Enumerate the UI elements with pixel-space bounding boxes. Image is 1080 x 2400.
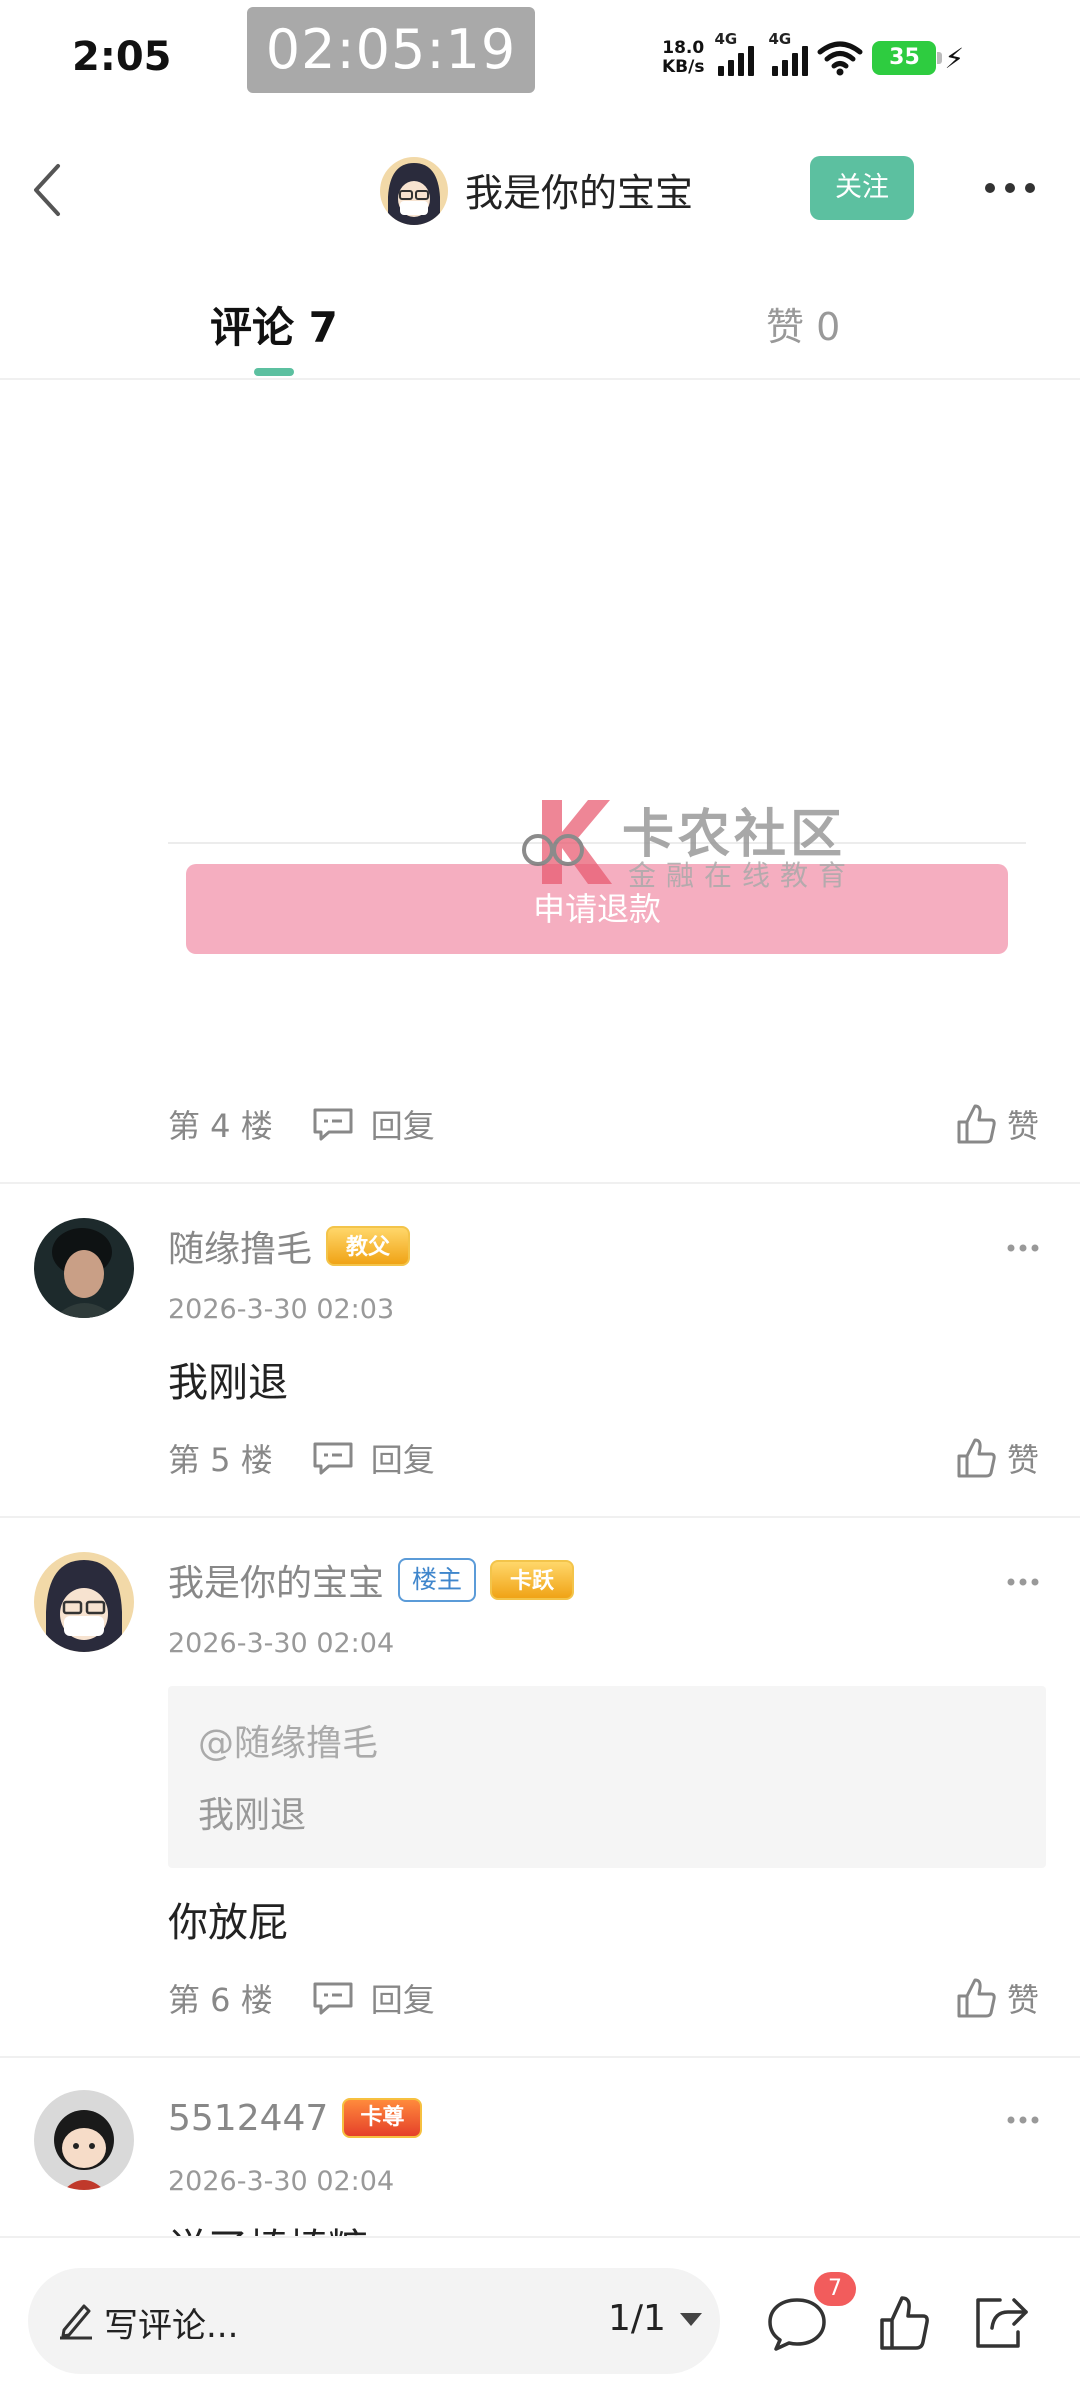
watermark: 卡农社区 金融在线教育 — [518, 792, 858, 892]
status-icons: 18.0 KB/s 4G 4G 35 ⚡ — [662, 30, 964, 86]
comment-author-row: 我是你的宝宝 楼主 卡跃 — [168, 1552, 575, 1608]
like-label: 赞 — [1007, 1981, 1040, 2019]
charging-icon: ⚡ — [944, 41, 965, 75]
floor-number: 第 5 楼 — [168, 1441, 273, 1479]
thumbs-up-icon[interactable] — [878, 2294, 930, 2352]
tab-bar: 评论 7 赞 0 — [0, 270, 1080, 380]
like-label: 赞 — [1007, 1107, 1040, 1145]
quoted-text: 我刚退 — [198, 1795, 307, 1836]
network-speed-unit: KB/s — [662, 57, 705, 77]
active-tab-indicator — [254, 368, 294, 376]
pencil-icon — [60, 2304, 92, 2340]
author-avatar[interactable] — [380, 157, 448, 225]
divider — [0, 1182, 1080, 1184]
more-icon[interactable] — [982, 178, 1038, 198]
battery-icon: 35 — [872, 41, 943, 75]
reply-icon — [313, 1442, 353, 1475]
comment-footer: 第 4 楼 回复 — [168, 1094, 435, 1154]
comment-more-icon[interactable] — [1006, 1576, 1040, 1588]
comment-more-icon[interactable] — [1006, 1242, 1040, 1254]
signal-label: 4G — [768, 30, 792, 48]
comment-icon[interactable] — [766, 2296, 828, 2352]
wifi-icon — [817, 41, 863, 76]
status-bar: 2:05 02:05:19 18.0 KB/s 4G 4G 35 ⚡ — [0, 0, 1080, 115]
tab-comments[interactable]: 评论 7 — [210, 294, 338, 355]
network-speed-value: 18.0 — [662, 38, 705, 58]
reply-button[interactable]: 回复 — [311, 1101, 435, 1147]
comment-time: 2026-3-30 02:04 — [168, 1628, 395, 1659]
share-icon[interactable] — [970, 2292, 1030, 2352]
thumbs-up-icon — [957, 1104, 996, 1144]
like-button[interactable]: 赞 — [955, 1968, 1039, 2028]
post-header: 我是你的宝宝 关注 — [0, 140, 1080, 240]
avatar[interactable] — [34, 2090, 134, 2190]
like-button[interactable]: 赞 — [955, 1428, 1039, 1488]
screen-recording-timer: 02:05:19 — [247, 7, 535, 93]
watermark-subtitle: 金融在线教育 — [628, 859, 857, 892]
reply-button[interactable]: 回复 — [311, 1435, 435, 1481]
reply-icon — [313, 1108, 353, 1141]
comment-footer: 第 5 楼 回复 — [168, 1428, 435, 1488]
follow-button[interactable]: 关注 — [810, 156, 914, 220]
floor-number: 第 6 楼 — [168, 1981, 273, 2019]
comment-input[interactable]: 写评论... 1/1 — [28, 2268, 720, 2374]
reply-label: 回复 — [370, 1441, 435, 1479]
host-badge: 楼主 — [398, 1558, 477, 1602]
comment-author[interactable]: 我是你的宝宝 — [168, 1554, 384, 1606]
signal-icon: 4G — [768, 30, 809, 76]
comment-author-row: 随缘撸毛 教父 — [168, 1218, 411, 1274]
rank-badge: 教父 — [326, 1226, 411, 1266]
comment-time: 2026-3-30 02:03 — [168, 1294, 395, 1325]
reply-icon — [313, 1982, 353, 2015]
avatar[interactable] — [34, 1218, 134, 1318]
comment-author[interactable]: 随缘撸毛 — [168, 1220, 312, 1272]
comment-author[interactable]: 5512447 — [168, 2098, 328, 2139]
reply-label: 回复 — [370, 1981, 435, 2019]
signal-label: 4G — [714, 30, 738, 48]
quoted-user[interactable]: @随缘撸毛 — [198, 1714, 378, 1766]
floor-number: 第 4 楼 — [168, 1107, 273, 1145]
author-name[interactable]: 我是你的宝宝 — [465, 162, 693, 217]
thumbs-up-icon — [957, 1978, 996, 2018]
comment-count-badge: 7 — [814, 2272, 856, 2306]
comment-author-row: 5512447 卡尊 — [168, 2090, 423, 2146]
reply-button[interactable]: 回复 — [311, 1975, 435, 2021]
comment-image[interactable]: 申请退款 卡农社区 金融在线教育 — [0, 382, 1080, 1062]
tab-likes[interactable]: 赞 0 — [766, 296, 840, 351]
watermark-logo-icon — [522, 800, 612, 884]
like-button[interactable]: 赞 — [955, 1094, 1039, 1154]
comment-time: 2026-3-30 02:04 — [168, 2166, 395, 2197]
comment-text: 你放屁 — [168, 1900, 288, 1946]
like-label: 赞 — [1007, 1441, 1040, 1479]
bottom-bar: 写评论... 1/1 7 — [0, 2236, 1080, 2400]
comment-input-placeholder: 写评论... — [104, 2306, 239, 2346]
page-indicator[interactable]: 1/1 — [608, 2298, 666, 2339]
network-speed: 18.0 KB/s — [662, 39, 704, 77]
reply-label: 回复 — [370, 1107, 435, 1145]
thumbs-up-icon — [957, 1438, 996, 1478]
back-arrow-icon[interactable] — [28, 162, 68, 218]
status-time: 2:05 — [72, 34, 172, 80]
comment-text: 我刚退 — [168, 1360, 288, 1406]
divider — [0, 2056, 1080, 2058]
quoted-comment[interactable]: @随缘撸毛 我刚退 — [168, 1686, 1046, 1868]
divider — [0, 1516, 1080, 1518]
signal-icon: 4G — [714, 30, 755, 76]
avatar[interactable] — [34, 1552, 134, 1652]
comment-more-icon[interactable] — [1006, 2114, 1040, 2126]
chevron-down-icon[interactable] — [678, 2310, 704, 2328]
comment-footer: 第 6 楼 回复 — [168, 1968, 435, 2028]
rank-badge: 卡尊 — [342, 2098, 423, 2138]
rank-badge: 卡跃 — [490, 1560, 575, 1600]
